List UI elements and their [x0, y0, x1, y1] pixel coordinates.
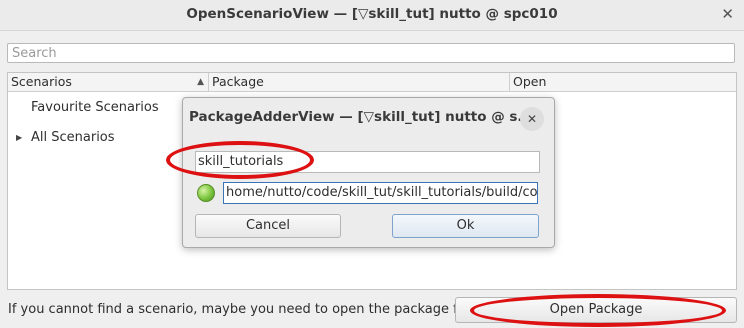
- ok-button[interactable]: Ok: [392, 214, 539, 238]
- column-header-package[interactable]: Package: [209, 73, 510, 91]
- close-icon[interactable]: ✕: [721, 5, 734, 23]
- sort-ascending-icon: ▲: [197, 77, 204, 87]
- dialog-close-icon[interactable]: ✕: [520, 107, 544, 131]
- column-header-open[interactable]: Open: [510, 73, 736, 91]
- dialog-title: PackageAdderView — [▽skill_tut] nutto @ …: [189, 109, 533, 125]
- package-path-field[interactable]: home/nutto/code/skill_tut/skill_tutorial…: [223, 182, 538, 204]
- search-field[interactable]: [7, 43, 735, 63]
- package-adder-dialog: PackageAdderView — [▽skill_tut] nutto @ …: [182, 97, 555, 248]
- tree-item-favourite-scenarios[interactable]: Favourite Scenarios: [31, 100, 159, 115]
- main-titlebar: OpenScenarioView — [▽skill_tut] nutto @ …: [0, 0, 744, 31]
- column-label-scenarios: Scenarios: [11, 74, 72, 89]
- window-title: OpenScenarioView — [▽skill_tut] nutto @ …: [186, 6, 558, 22]
- column-header-scenarios[interactable]: Scenarios ▲: [8, 73, 209, 91]
- open-package-button[interactable]: Open Package: [455, 297, 737, 323]
- open-package-hint: If you cannot find a scenario, maybe you…: [8, 302, 483, 317]
- tree-item-all-scenarios[interactable]: All Scenarios: [31, 130, 115, 145]
- green-status-led-icon: [197, 184, 215, 202]
- cancel-button[interactable]: Cancel: [195, 214, 341, 238]
- expand-arrow-icon[interactable]: ▶: [16, 133, 22, 142]
- search-input[interactable]: [8, 44, 734, 62]
- package-name-field[interactable]: skill_tutorials: [195, 151, 540, 173]
- tree-header: Scenarios ▲ Package Open: [8, 73, 736, 92]
